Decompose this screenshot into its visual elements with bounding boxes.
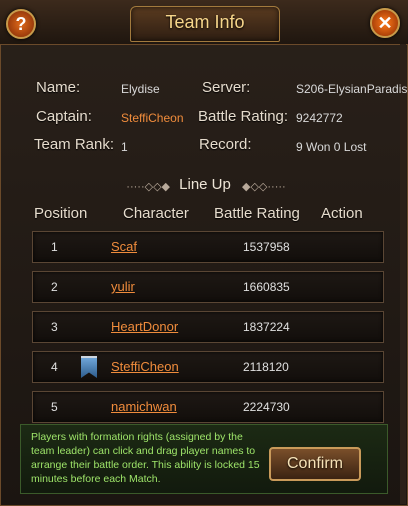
help-button[interactable]: ? [6, 9, 36, 39]
column-character: Character [123, 205, 189, 222]
battle-rating-value: 9242772 [296, 111, 343, 125]
row-character-link[interactable]: yulir [111, 279, 135, 294]
record-label: Record: [199, 136, 252, 153]
row-battle-rating: 1537958 [243, 240, 290, 254]
lineup-row[interactable]: 3 HeartDonor 1837224 [32, 311, 384, 343]
server-label: Server: [202, 79, 251, 96]
row-battle-rating: 2118120 [243, 360, 289, 374]
lineup-row[interactable]: 2 yulir 1660835 [32, 271, 384, 303]
column-battle-rating: Battle Rating [214, 205, 300, 222]
captain-name[interactable]: SteffiCheon [121, 111, 184, 125]
lineup-row[interactable]: 5 namichwan 2224730 [32, 391, 384, 423]
name-label: Name: [36, 79, 81, 96]
lineup-row[interactable]: 4 SteffiCheon 2118120 [32, 351, 384, 383]
scrollbar[interactable] [400, 44, 406, 504]
record-value: 9 Won 0 Lost [296, 140, 367, 154]
row-position: 5 [51, 400, 58, 414]
row-battle-rating: 1837224 [243, 320, 290, 334]
row-character-link[interactable]: SteffiCheon [111, 359, 179, 374]
confirm-button[interactable]: Confirm [269, 447, 361, 481]
row-character-link[interactable]: namichwan [111, 399, 177, 414]
captain-flag-icon [81, 356, 97, 378]
row-position: 3 [51, 320, 58, 334]
captain-label: Captain: [36, 108, 92, 125]
row-position: 2 [51, 280, 58, 294]
row-position: 4 [51, 360, 58, 374]
battle-rating-label: Battle Rating: [198, 108, 289, 125]
column-action: Action [321, 205, 363, 222]
lineup-row[interactable]: 1 Scaf 1537958 [32, 231, 384, 263]
row-battle-rating: 2224730 [243, 400, 290, 414]
team-rank-label: Team Rank: [34, 136, 115, 153]
ornament-left-icon: ·····◇◇◆ [126, 181, 170, 193]
formation-note-panel: Players with formation rights (assigned … [20, 424, 388, 494]
row-character-link[interactable]: Scaf [111, 239, 137, 254]
window-title: Team Info [165, 12, 245, 32]
formation-note-text: Players with formation rights (assigned … [31, 431, 260, 485]
column-position: Position [34, 205, 88, 222]
row-battle-rating: 1660835 [243, 280, 290, 294]
row-character-link[interactable]: HeartDonor [111, 319, 178, 334]
close-button[interactable]: ✕ [370, 8, 400, 38]
lineup-title: Line Up [179, 176, 231, 193]
lineup-header: ·····◇◇◆ Line Up ◆◇◇····· [0, 172, 408, 200]
row-position: 1 [51, 240, 58, 254]
team-rank-value: 1 [121, 140, 128, 154]
team-name: Elydise [121, 82, 160, 96]
ornament-right-icon: ◆◇◇····· [242, 181, 286, 193]
server-value: S206-ElysianParadis [296, 82, 408, 96]
